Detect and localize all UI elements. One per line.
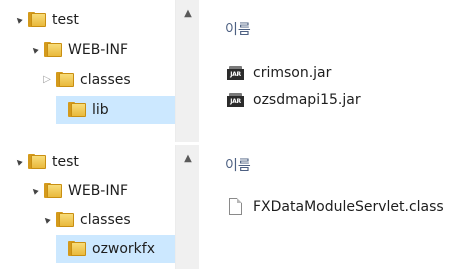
jar-file-icon: JAR (227, 66, 244, 80)
folder-icon (28, 154, 46, 169)
folder-icon (68, 102, 86, 117)
tree-node-test[interactable]: ▲ test (0, 6, 175, 34)
tree-scrollbar[interactable]: ▲ (175, 0, 200, 142)
tree-node-label: ozworkfx (92, 241, 156, 257)
collapse-arrow-icon[interactable]: ▲ (36, 209, 57, 230)
scroll-up-arrow-icon[interactable]: ▲ (176, 8, 200, 20)
folder-icon (68, 241, 86, 256)
file-list: 이름 FXDataModuleServlet.class (199, 145, 457, 269)
folder-icon (56, 72, 74, 87)
file-list: 이름 JAR crimson.jar JAR ozsdmapi15.jar (199, 0, 457, 142)
scroll-up-arrow-icon[interactable]: ▲ (176, 153, 200, 165)
tree-node-web-inf[interactable]: ▲ WEB-INF (0, 36, 175, 64)
tree-node-classes[interactable]: ▷ classes (0, 66, 175, 94)
explorer-panel-2: ▲ test ▲ WEB-INF ▲ classes ozworkfx ▲ 이름 FXDat… (0, 145, 457, 269)
collapse-arrow-icon[interactable]: ▲ (24, 180, 45, 201)
tree-node-lib[interactable]: lib (56, 96, 175, 124)
class-file-icon (229, 198, 242, 215)
folder-icon (44, 183, 62, 198)
file-name: ozsdmapi15.jar (253, 92, 361, 108)
name-column-header[interactable]: 이름 (225, 155, 251, 175)
file-name: crimson.jar (253, 65, 332, 81)
tree-node-label: lib (92, 102, 109, 118)
folder-tree: ▲ test ▲ WEB-INF ▲ classes ozworkfx (0, 145, 175, 269)
folder-icon (44, 42, 62, 57)
expand-arrow-icon[interactable]: ▷ (42, 66, 52, 94)
tree-node-test[interactable]: ▲ test (0, 148, 175, 176)
tree-node-web-inf[interactable]: ▲ WEB-INF (0, 177, 175, 205)
tree-scrollbar[interactable]: ▲ (175, 145, 200, 269)
tree-node-classes[interactable]: ▲ classes (0, 206, 175, 234)
folder-tree: ▲ test ▲ WEB-INF ▷ classes lib (0, 0, 175, 142)
collapse-arrow-icon[interactable]: ▲ (24, 39, 45, 60)
folder-icon (28, 12, 46, 27)
collapse-arrow-icon[interactable]: ▲ (8, 151, 29, 172)
tree-node-label: test (52, 12, 79, 28)
tree-node-label: WEB-INF (68, 42, 128, 58)
folder-icon (56, 212, 74, 227)
name-column-header[interactable]: 이름 (225, 19, 251, 39)
tree-node-label: WEB-INF (68, 183, 128, 199)
file-name: FXDataModuleServlet.class (253, 199, 444, 215)
tree-node-label: test (52, 154, 79, 170)
explorer-panel-1: ▲ test ▲ WEB-INF ▷ classes lib ▲ 이름 JAR crimson… (0, 0, 457, 142)
jar-file-icon: JAR (227, 93, 244, 107)
collapse-arrow-icon[interactable]: ▲ (8, 9, 29, 30)
tree-node-label: classes (80, 212, 131, 228)
tree-node-ozworkfx[interactable]: ozworkfx (56, 235, 175, 263)
tree-node-label: classes (80, 72, 131, 88)
